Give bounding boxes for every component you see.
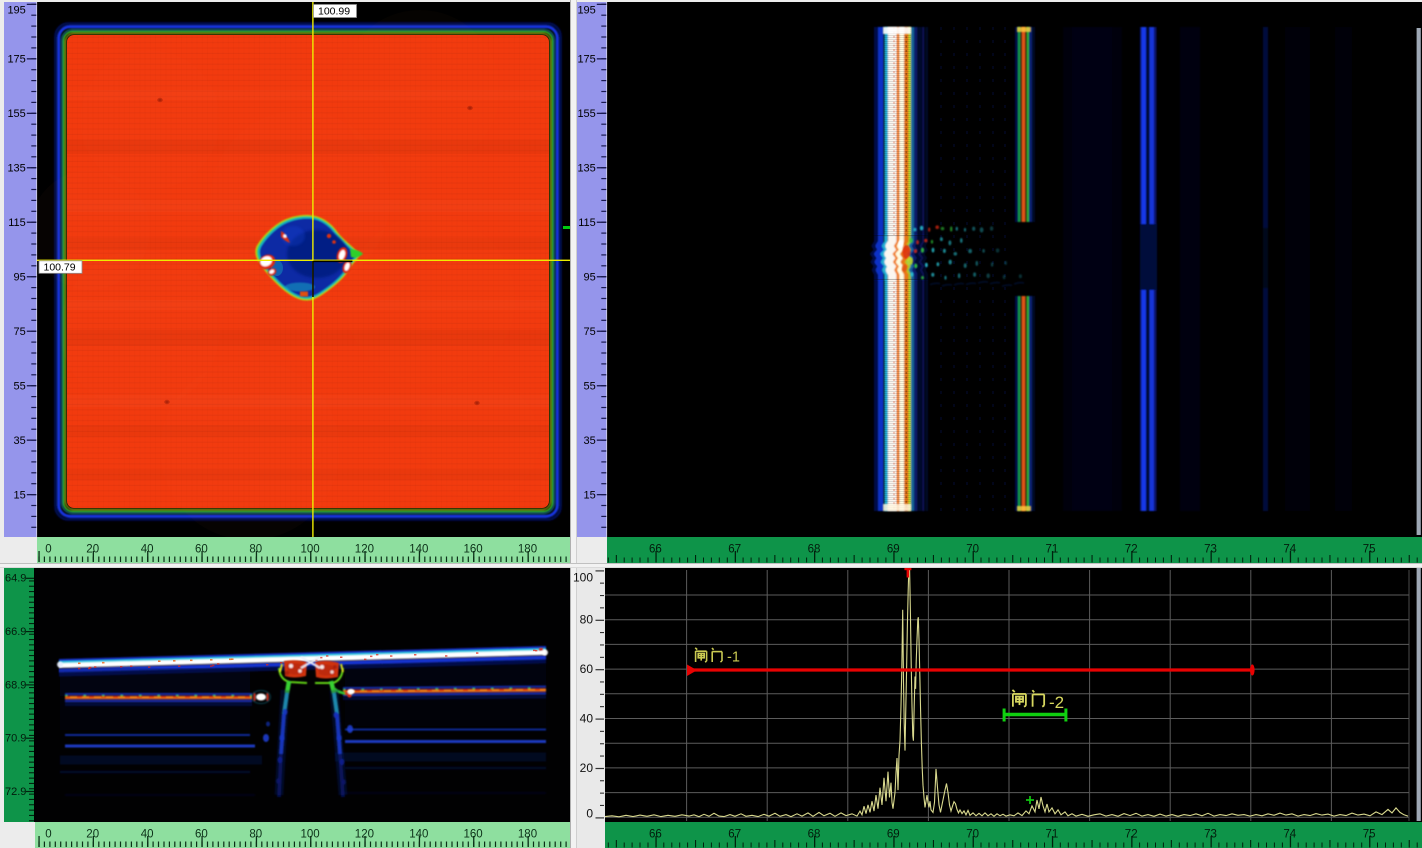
svg-text:71: 71 [1046,829,1059,841]
svg-text:60: 60 [580,662,594,676]
svg-text:74: 74 [1283,829,1296,841]
svg-text:0: 0 [45,544,51,556]
svg-text:20: 20 [86,829,99,841]
svg-text:15: 15 [584,489,596,501]
svg-text:0: 0 [586,807,593,821]
svg-text:120: 120 [355,544,374,556]
svg-text:-2: -2 [1049,693,1064,712]
svg-text:95: 95 [14,271,26,283]
svg-text:64.9: 64.9 [5,573,26,585]
svg-text:135: 135 [577,162,595,174]
svg-text:68.9: 68.9 [5,679,26,691]
svg-text:115: 115 [578,217,596,229]
svg-text:55: 55 [14,380,26,392]
svg-text:-1: -1 [727,650,740,666]
svg-text:100: 100 [301,544,320,556]
svg-text:71: 71 [1046,544,1059,556]
svg-text:80: 80 [249,829,262,841]
svg-text:74: 74 [1283,544,1296,556]
svg-text:155: 155 [7,108,25,120]
svg-text:100: 100 [301,829,320,841]
svg-text:35: 35 [584,435,596,447]
svg-text:66: 66 [649,544,662,556]
svg-text:100: 100 [573,571,593,585]
svg-text:140: 140 [409,829,428,841]
svg-text:15: 15 [14,489,26,501]
svg-text:70: 70 [966,544,979,556]
svg-text:100.99: 100.99 [318,6,350,18]
svg-text:135: 135 [7,162,25,174]
svg-text:140: 140 [409,544,428,556]
svg-text:160: 160 [464,544,483,556]
svg-text:72: 72 [1125,544,1138,556]
svg-text:60: 60 [195,544,208,556]
svg-text:40: 40 [580,712,594,726]
svg-text:70.9: 70.9 [5,733,26,745]
svg-text:120: 120 [355,829,374,841]
svg-text:75: 75 [14,326,26,338]
svg-text:40: 40 [141,829,154,841]
svg-text:160: 160 [464,829,483,841]
svg-text:68: 68 [808,829,821,841]
svg-text:75: 75 [1363,829,1376,841]
svg-text:175: 175 [7,54,25,66]
svg-text:73: 73 [1204,829,1217,841]
svg-text:180: 180 [518,544,537,556]
svg-text:180: 180 [518,829,537,841]
svg-text:55: 55 [584,380,596,392]
svg-text:69: 69 [887,544,900,556]
svg-text:195: 195 [7,4,25,16]
svg-text:68: 68 [808,544,821,556]
svg-text:175: 175 [577,54,595,66]
svg-text:75: 75 [1363,544,1376,556]
svg-text:66: 66 [649,829,662,841]
svg-text:20: 20 [580,761,594,775]
svg-text:195: 195 [577,4,595,16]
svg-text:60: 60 [195,829,208,841]
svg-text:80: 80 [249,544,262,556]
svg-text:100.79: 100.79 [44,262,76,274]
svg-text:66.9: 66.9 [5,626,26,638]
svg-text:72.9: 72.9 [5,786,26,798]
svg-text:72: 72 [1125,829,1138,841]
svg-text:80: 80 [580,613,594,627]
svg-text:69: 69 [887,829,900,841]
svg-text:67: 67 [728,544,741,556]
svg-text:70: 70 [966,829,979,841]
svg-text:75: 75 [584,326,596,338]
svg-text:0: 0 [45,829,51,841]
svg-text:155: 155 [577,108,595,120]
svg-text:40: 40 [141,544,154,556]
svg-text:95: 95 [584,271,596,283]
svg-text:73: 73 [1204,544,1217,556]
svg-text:115: 115 [8,217,26,229]
svg-text:35: 35 [14,435,26,447]
svg-text:67: 67 [728,829,741,841]
svg-text:20: 20 [86,544,99,556]
